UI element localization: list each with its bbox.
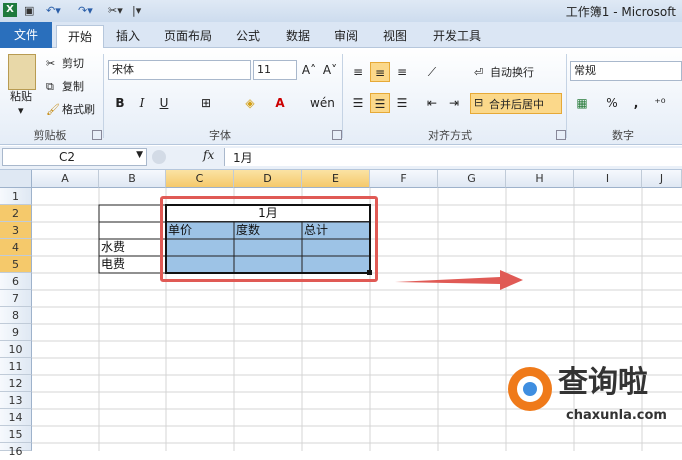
align-right-icon[interactable]: ☰ xyxy=(392,93,412,113)
divider xyxy=(103,54,104,138)
divider xyxy=(566,54,567,138)
tab-insert[interactable]: 插入 xyxy=(108,25,148,47)
number-group-label: 数字 xyxy=(612,129,634,142)
wrap-text-button[interactable]: 自动换行 xyxy=(490,66,534,80)
increase-indent-icon[interactable]: ⇥ xyxy=(444,93,464,113)
align-top-icon[interactable]: ≡ xyxy=(348,62,368,82)
tab-view[interactable]: 视图 xyxy=(375,25,415,47)
number-format-select[interactable]: 常规 xyxy=(570,61,682,81)
currency-icon[interactable]: ▦ xyxy=(572,93,592,113)
arrow-icon xyxy=(395,270,523,290)
name-box-dropdown-icon[interactable]: ▼ xyxy=(136,150,143,160)
excel-app-icon[interactable]: X xyxy=(3,3,17,17)
watermark-url: chaxunla.com xyxy=(566,408,667,423)
decrease-indent-icon[interactable]: ⇤ xyxy=(422,93,442,113)
underline-button[interactable]: U xyxy=(154,93,174,113)
align-left-icon[interactable]: ☰ xyxy=(348,93,368,113)
format-painter-icon[interactable]: 🖌 xyxy=(46,103,60,117)
alignment-launcher-icon[interactable] xyxy=(556,130,566,140)
paste-dropdown-icon[interactable]: ▾ xyxy=(18,104,24,118)
worksheet-grid[interactable]: A B C D E F G H I J 1 2 3 4 5 6 7 8 9 10… xyxy=(0,170,682,458)
ribbon-tabs: 文件 开始 插入 页面布局 公式 数据 审阅 视图 开发工具 xyxy=(0,22,682,48)
watermark-logo-icon xyxy=(508,367,552,411)
clipboard-group-label: 剪贴板 xyxy=(33,129,67,142)
customize-icon[interactable]: ✂▾ xyxy=(108,3,123,18)
name-box-value: C2 xyxy=(59,150,76,164)
window-title: 工作簿1 - Microsoft xyxy=(565,5,676,19)
italic-button[interactable]: I xyxy=(132,93,152,113)
paste-button[interactable]: 粘贴 xyxy=(10,90,32,104)
cut-icon[interactable]: ✂ xyxy=(46,57,55,71)
insert-function-icon[interactable]: fx xyxy=(203,148,214,162)
merge-center-icon: ⊟ xyxy=(474,96,484,109)
cell-b5[interactable]: 电费 xyxy=(101,256,166,273)
tab-developer[interactable]: 开发工具 xyxy=(425,25,489,47)
highlight-box xyxy=(160,196,378,282)
qat-more-icon[interactable]: |▾ xyxy=(132,3,141,18)
font-launcher-icon[interactable] xyxy=(332,130,342,140)
font-size-select[interactable]: 11 xyxy=(253,60,297,80)
fill-color-icon[interactable]: ◈ xyxy=(240,93,260,113)
tab-page-layout[interactable]: 页面布局 xyxy=(158,25,218,47)
cell-b4[interactable]: 水费 xyxy=(101,239,166,256)
grow-font-icon[interactable]: A˄ xyxy=(299,60,319,80)
wrap-text-icon[interactable]: ⏎ xyxy=(474,66,483,80)
comma-style-icon[interactable]: , xyxy=(626,93,646,113)
title-bar: X ▣ ↶▾ ↷▾ ✂▾ |▾ 工作簿1 - Microsoft xyxy=(0,0,682,22)
cut-button[interactable]: 剪切 xyxy=(62,57,84,71)
undo-icon[interactable]: ↶▾ xyxy=(46,3,61,18)
font-name-select[interactable]: 宋体 xyxy=(108,60,251,80)
tab-review[interactable]: 审阅 xyxy=(326,25,366,47)
formula-input[interactable]: 1月 xyxy=(224,148,682,166)
alignment-group-label: 对齐方式 xyxy=(428,129,472,142)
align-center-icon[interactable]: ☰ xyxy=(370,93,390,113)
bold-button[interactable]: B xyxy=(110,93,130,113)
copy-button[interactable]: 复制 xyxy=(62,80,84,94)
borders-icon[interactable]: ⊞ xyxy=(196,93,216,113)
tab-home[interactable]: 开始 xyxy=(56,25,104,48)
formula-bar: C2 ▼ fx 1月 xyxy=(0,146,682,170)
format-painter-button[interactable]: 格式刷 xyxy=(62,103,95,117)
clipboard-launcher-icon[interactable] xyxy=(92,130,102,140)
merge-center-label: 合并后居中 xyxy=(489,98,544,111)
merge-center-button[interactable]: ⊟ 合并后居中 xyxy=(470,93,562,114)
tab-data[interactable]: 数据 xyxy=(278,25,318,47)
phonetic-icon[interactable]: wén xyxy=(310,93,335,113)
align-bottom-icon[interactable]: ≡ xyxy=(392,62,412,82)
shrink-font-icon[interactable]: A˅ xyxy=(320,60,340,80)
save-icon[interactable]: ▣ xyxy=(24,3,34,18)
divider xyxy=(342,54,343,138)
copy-icon[interactable]: ⧉ xyxy=(46,80,54,94)
font-color-icon[interactable]: A xyxy=(270,93,290,113)
percent-button[interactable]: % xyxy=(602,93,622,113)
align-middle-icon[interactable]: ≡ xyxy=(370,62,390,82)
watermark-brand: 查询啦 xyxy=(558,365,648,400)
tab-file[interactable]: 文件 xyxy=(0,22,52,48)
paste-icon[interactable] xyxy=(8,54,36,90)
formula-cancel-icon[interactable] xyxy=(152,150,166,164)
font-group-label: 字体 xyxy=(209,129,231,142)
formula-value: 1月 xyxy=(233,151,253,165)
tab-formulas[interactable]: 公式 xyxy=(228,25,268,47)
ribbon: 粘贴 ▾ ✂ 剪切 ⧉ 复制 🖌 格式刷 剪贴板 宋体 11 A˄ A˅ B I… xyxy=(0,48,682,145)
redo-icon[interactable]: ↷▾ xyxy=(78,3,93,18)
name-box[interactable]: C2 ▼ xyxy=(2,148,147,166)
orientation-icon[interactable]: ⟋ xyxy=(422,62,442,82)
decimal-icon[interactable]: ⁺⁰ xyxy=(650,93,670,113)
